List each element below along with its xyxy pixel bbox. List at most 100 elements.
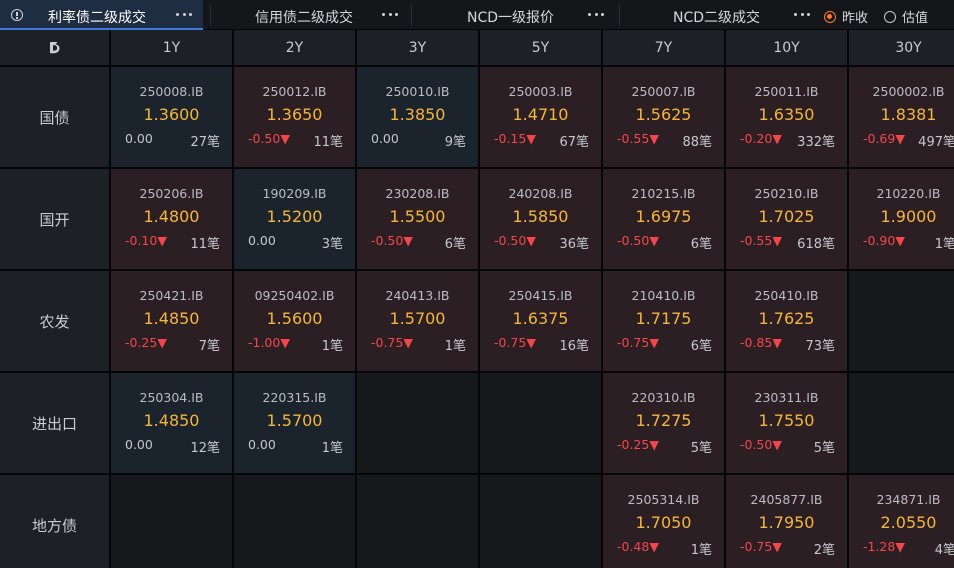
- trade-count: 618笔: [797, 237, 835, 252]
- yield-change: -0.50▼: [617, 233, 659, 248]
- quote-cell[interactable]: 250410.IB 1.7625 -0.85▼ 73笔: [726, 271, 847, 371]
- bond-code: 2405877.IB: [750, 492, 823, 507]
- yield-value: 1.5500: [389, 207, 446, 226]
- yield-change: -0.48▼: [617, 539, 659, 554]
- yield-change: -0.50▼: [494, 233, 536, 248]
- quote-cell[interactable]: 250010.IB 1.3850 0.00 9笔: [357, 67, 478, 167]
- more-menu-icon[interactable]: [382, 6, 398, 22]
- quote-cell[interactable]: 250011.IB 1.6350 -0.20▼ 332笔: [726, 67, 847, 167]
- trade-count: 67笔: [559, 135, 589, 150]
- bond-code: 210215.IB: [631, 186, 696, 201]
- bond-code: 250415.IB: [508, 288, 573, 303]
- quote-cell[interactable]: 2505314.IB 1.7050 -0.48▼ 1笔: [603, 475, 724, 568]
- more-menu-icon[interactable]: [176, 6, 192, 22]
- quote-cell[interactable]: 234871.IB 2.0550 -1.28▼ 4笔: [849, 475, 954, 568]
- trade-count: 6笔: [690, 237, 712, 252]
- yield-value: 1.5200: [266, 207, 323, 226]
- yield-value: 1.5625: [635, 105, 692, 124]
- yield-change: -0.50▼: [248, 131, 290, 146]
- quote-cell[interactable]: 210215.IB 1.6975 -0.50▼ 6笔: [603, 169, 724, 269]
- more-menu-icon[interactable]: [794, 6, 810, 22]
- tenor-header[interactable]: 5Y: [480, 30, 601, 65]
- bond-code: 220310.IB: [631, 390, 696, 405]
- yield-change: -0.50▼: [371, 233, 413, 248]
- yield-value: 1.7275: [635, 411, 692, 430]
- yield-value: 1.7025: [758, 207, 815, 226]
- tab-credit-bond-secondary[interactable]: 信用债二级成交: [211, 0, 409, 30]
- trade-count: 332笔: [797, 135, 835, 150]
- trade-count: 3笔: [321, 237, 343, 252]
- tab-ncd-primary-quote[interactable]: NCD一级报价: [412, 0, 617, 30]
- corner-logo: [0, 30, 109, 65]
- trade-count: 1笔: [321, 339, 343, 354]
- info-icon[interactable]: [11, 9, 23, 21]
- yield-value: 1.7950: [758, 513, 815, 532]
- radio-valuation[interactable]: 估值: [884, 7, 928, 26]
- bond-code: 250011.IB: [754, 84, 819, 99]
- quote-cell[interactable]: 250210.IB 1.7025 -0.55▼ 618笔: [726, 169, 847, 269]
- yield-value: 1.6375: [512, 309, 569, 328]
- bond-code: 250210.IB: [754, 186, 819, 201]
- radio-label: 估值: [902, 11, 929, 26]
- yield-change: -0.69▼: [863, 131, 905, 146]
- yield-change: -0.90▼: [863, 233, 905, 248]
- tab-bar: 利率债二级成交 信用债二级成交 NCD一级报价 NCD二级成交 昨收 估值: [0, 0, 954, 30]
- bond-code: 2500002.IB: [872, 84, 945, 99]
- quote-cell[interactable]: 250415.IB 1.6375 -0.75▼ 16笔: [480, 271, 601, 371]
- tenor-header[interactable]: 2Y: [234, 30, 355, 65]
- quote-cell[interactable]: 250008.IB 1.3600 0.00 27笔: [111, 67, 232, 167]
- bond-code: 230311.IB: [754, 390, 819, 405]
- bond-code: 240208.IB: [508, 186, 573, 201]
- yield-value: 1.7050: [635, 513, 692, 532]
- quote-cell[interactable]: 220315.IB 1.5700 0.00 1笔: [234, 373, 355, 473]
- bond-code: 250304.IB: [139, 390, 204, 405]
- row-header: 地方债: [0, 475, 109, 568]
- tab-ncd-secondary[interactable]: NCD二级成交: [620, 0, 815, 30]
- yield-change: -1.00▼: [248, 335, 290, 350]
- yield-change: -0.75▼: [617, 335, 659, 350]
- quote-cell[interactable]: 210410.IB 1.7175 -0.75▼ 6笔: [603, 271, 724, 371]
- tab-rate-bond-secondary[interactable]: 利率债二级成交: [0, 0, 203, 30]
- radio-checked-icon: [824, 10, 836, 23]
- trade-count: 5笔: [690, 441, 712, 456]
- yield-value: 1.7175: [635, 309, 692, 328]
- tenor-header[interactable]: 7Y: [603, 30, 724, 65]
- quote-cell[interactable]: 240413.IB 1.5700 -0.75▼ 1笔: [357, 271, 478, 371]
- quote-cell[interactable]: 220310.IB 1.7275 -0.25▼ 5笔: [603, 373, 724, 473]
- yield-change: -0.55▼: [740, 233, 782, 248]
- quote-cell[interactable]: 190209.IB 1.5200 0.00 3笔: [234, 169, 355, 269]
- tenor-header[interactable]: 30Y: [849, 30, 954, 65]
- quote-cell[interactable]: 240208.IB 1.5850 -0.50▼ 36笔: [480, 169, 601, 269]
- quote-cell[interactable]: 250304.IB 1.4850 0.00 12笔: [111, 373, 232, 473]
- trade-count: 9笔: [444, 135, 466, 150]
- row-header: 农发: [0, 271, 109, 371]
- yield-value: 2.0550: [880, 513, 937, 532]
- radio-prev-close[interactable]: 昨收: [824, 7, 868, 26]
- yield-change: -0.25▼: [617, 437, 659, 452]
- quote-cell[interactable]: 250003.IB 1.4710 -0.15▼ 67笔: [480, 67, 601, 167]
- row-header: 国债: [0, 67, 109, 167]
- quote-cell[interactable]: 250012.IB 1.3650 -0.50▼ 11笔: [234, 67, 355, 167]
- tab-label: NCD二级成交: [673, 10, 761, 26]
- trade-count: 6笔: [444, 237, 466, 252]
- radio-label: 昨收: [842, 11, 869, 26]
- yield-value: 1.4800: [143, 207, 200, 226]
- bond-code: 234871.IB: [876, 492, 941, 507]
- tenor-header[interactable]: 1Y: [111, 30, 232, 65]
- quote-cell[interactable]: 250421.IB 1.4850 -0.25▼ 7笔: [111, 271, 232, 371]
- yield-value: 1.3600: [143, 105, 200, 124]
- quote-cell[interactable]: 250007.IB 1.5625 -0.55▼ 88笔: [603, 67, 724, 167]
- tenor-header[interactable]: 3Y: [357, 30, 478, 65]
- more-menu-icon[interactable]: [588, 6, 604, 22]
- quote-cell[interactable]: 250206.IB 1.4800 -0.10▼ 11笔: [111, 169, 232, 269]
- quote-cell[interactable]: 2500002.IB 1.8381 -0.69▼ 497笔: [849, 67, 954, 167]
- quote-cell[interactable]: 2405877.IB 1.7950 -0.75▼ 2笔: [726, 475, 847, 568]
- quote-cell[interactable]: 230208.IB 1.5500 -0.50▼ 6笔: [357, 169, 478, 269]
- bond-code: 250008.IB: [139, 84, 204, 99]
- tenor-header[interactable]: 10Y: [726, 30, 847, 65]
- trade-count: 1笔: [444, 339, 466, 354]
- trade-count: 7笔: [198, 339, 220, 354]
- quote-cell[interactable]: 230311.IB 1.7550 -0.50▼ 5笔: [726, 373, 847, 473]
- quote-cell[interactable]: 09250402.IB 1.5600 -1.00▼ 1笔: [234, 271, 355, 371]
- quote-cell[interactable]: 210220.IB 1.9000 -0.90▼ 1笔: [849, 169, 954, 269]
